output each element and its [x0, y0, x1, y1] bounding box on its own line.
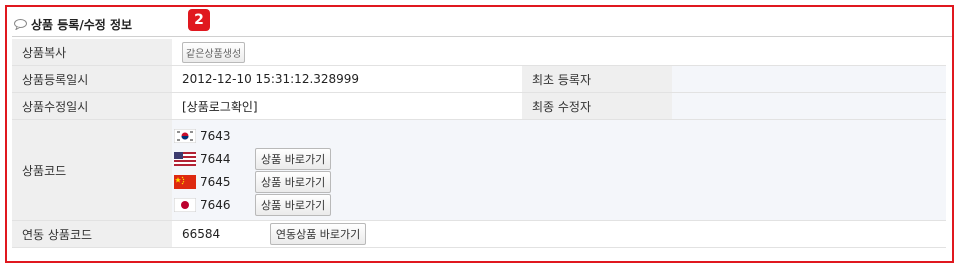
code-cn: 7645: [200, 174, 231, 189]
linked-code-value: 66584: [182, 227, 221, 241]
info-table: 상품복사 같은상품생성 상품등록일시 2012-12-10 15:31:12.3…: [12, 39, 946, 248]
kr-flag-icon: [174, 128, 196, 143]
section-header: 상품 등록/수정 정보: [12, 12, 952, 37]
create-same-product-button[interactable]: 같은상품생성: [182, 41, 246, 63]
code-us: 7644: [200, 151, 231, 166]
us-flag-icon: [174, 151, 196, 166]
linked-code-label: 연동 상품코드: [12, 220, 172, 248]
section-title: 상품 등록/수정 정보: [31, 17, 133, 32]
table-row: 상품등록일시 2012-12-10 15:31:12.328999 최초 등록자: [12, 65, 946, 93]
go-to-product-button[interactable]: 상품 바로가기: [255, 193, 332, 216]
created-label: 상품등록일시: [12, 65, 172, 93]
product-log-link[interactable]: [상품로그확인]: [172, 92, 522, 120]
code-row-us: 7644 상품 바로가기: [174, 147, 946, 170]
product-code-label: 상품코드: [12, 119, 172, 221]
code-kr: 7643: [200, 128, 231, 143]
code-row-jp: 7646 상품 바로가기: [174, 193, 946, 216]
table-row: 상품복사 같은상품생성: [12, 39, 946, 66]
table-row: 상품코드 7643 7644 상품 바로가기 7645 상품 바로가기 7646…: [12, 119, 946, 221]
jp-flag-icon: [174, 197, 196, 212]
copy-label: 상품복사: [12, 39, 172, 66]
product-info-panel: 상품 등록/수정 정보 2 상품복사 같은상품생성 상품등록일시 2012-12…: [12, 9, 952, 257]
modified-label: 상품수정일시: [12, 92, 172, 120]
table-row: 상품수정일시 [상품로그확인] 최종 수정자: [12, 92, 946, 120]
cn-flag-icon: [174, 174, 196, 189]
first-registrant-label: 최초 등록자: [522, 65, 672, 93]
speech-bubble-icon: [14, 18, 27, 30]
go-to-product-button[interactable]: 상품 바로가기: [255, 147, 332, 170]
step-badge: 2: [188, 9, 210, 31]
table-row: 연동 상품코드 66584 연동상품 바로가기: [12, 220, 946, 248]
go-to-linked-product-button[interactable]: 연동상품 바로가기: [269, 223, 367, 245]
code-row-kr: 7643: [174, 124, 946, 147]
last-modifier-label: 최종 수정자: [522, 92, 672, 120]
code-jp: 7646: [200, 197, 231, 212]
go-to-product-button[interactable]: 상품 바로가기: [255, 170, 332, 193]
created-value: 2012-12-10 15:31:12.328999: [172, 65, 522, 93]
code-row-cn: 7645 상품 바로가기: [174, 170, 946, 193]
